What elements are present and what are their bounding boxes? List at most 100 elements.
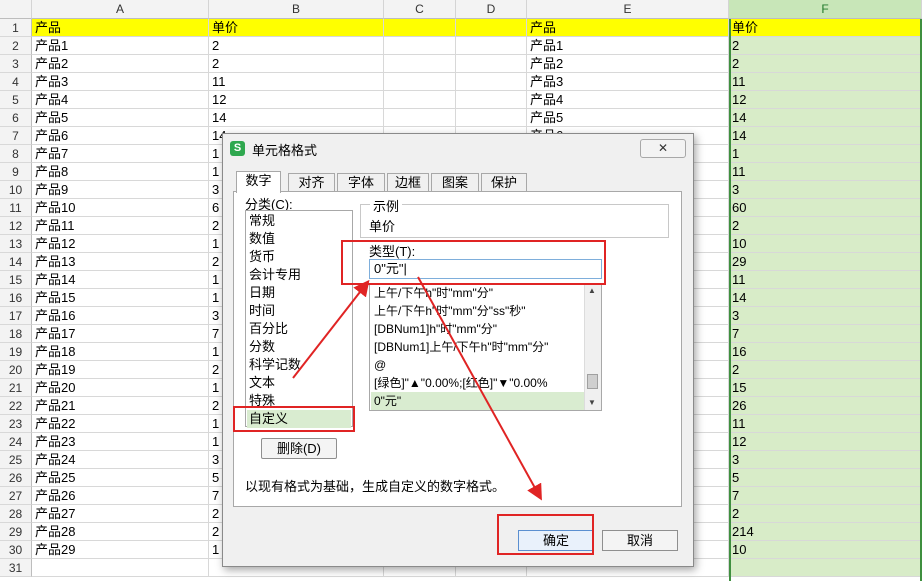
cell-c[interactable] bbox=[384, 91, 456, 109]
scroll-down-icon[interactable]: ▼ bbox=[588, 398, 596, 407]
cell-e[interactable]: 产品5 bbox=[527, 109, 729, 127]
cell-c[interactable] bbox=[384, 19, 456, 37]
cell-a[interactable]: 产品9 bbox=[32, 181, 209, 199]
row-header[interactable]: 1 bbox=[0, 19, 32, 37]
cell-a[interactable]: 产品8 bbox=[32, 163, 209, 181]
cell-f[interactable] bbox=[729, 559, 922, 577]
cell-a[interactable]: 产品2 bbox=[32, 55, 209, 73]
category-item[interactable]: 时间 bbox=[249, 302, 349, 320]
cell-a[interactable]: 产品10 bbox=[32, 199, 209, 217]
cell-a[interactable]: 产品6 bbox=[32, 127, 209, 145]
cell-f[interactable]: 12 bbox=[729, 91, 922, 109]
cell-a[interactable]: 产品7 bbox=[32, 145, 209, 163]
cell-f[interactable]: 7 bbox=[729, 487, 922, 505]
cell-a[interactable]: 产品25 bbox=[32, 469, 209, 487]
ok-button[interactable]: 确定 bbox=[518, 530, 594, 551]
cell-f[interactable]: 11 bbox=[729, 415, 922, 433]
cell-f[interactable]: 2 bbox=[729, 217, 922, 235]
category-item[interactable]: 百分比 bbox=[249, 320, 349, 338]
cell-a[interactable]: 产品16 bbox=[32, 307, 209, 325]
delete-button[interactable]: 删除(D) bbox=[261, 438, 337, 459]
cell-b[interactable]: 2 bbox=[209, 37, 384, 55]
cell-a[interactable]: 产品28 bbox=[32, 523, 209, 541]
row-header[interactable]: 25 bbox=[0, 451, 32, 469]
cell-f[interactable]: 29 bbox=[729, 253, 922, 271]
cell-e[interactable]: 产品3 bbox=[527, 73, 729, 91]
cell-e[interactable]: 产品2 bbox=[527, 55, 729, 73]
column-header[interactable]: C bbox=[384, 0, 456, 19]
cell-f[interactable]: 3 bbox=[729, 181, 922, 199]
row-header[interactable]: 5 bbox=[0, 91, 32, 109]
format-list-scrollbar[interactable]: ▲ ▼ bbox=[584, 284, 601, 410]
cell-e[interactable]: 产品1 bbox=[527, 37, 729, 55]
row-header[interactable]: 29 bbox=[0, 523, 32, 541]
row-header[interactable]: 3 bbox=[0, 55, 32, 73]
row-header[interactable]: 8 bbox=[0, 145, 32, 163]
format-code-item[interactable]: [绿色]"▲"0.00%;[红色]"▼"0.00% bbox=[374, 374, 548, 392]
cell-d[interactable] bbox=[456, 91, 527, 109]
cell-f[interactable]: 14 bbox=[729, 109, 922, 127]
cell-a[interactable]: 产品11 bbox=[32, 217, 209, 235]
row-header[interactable]: 26 bbox=[0, 469, 32, 487]
cell-a[interactable]: 产品20 bbox=[32, 379, 209, 397]
cell-d[interactable] bbox=[456, 55, 527, 73]
cell-c[interactable] bbox=[384, 109, 456, 127]
row-header[interactable]: 20 bbox=[0, 361, 32, 379]
cell-a[interactable]: 产品13 bbox=[32, 253, 209, 271]
cell-d[interactable] bbox=[456, 109, 527, 127]
category-item[interactable]: 数值 bbox=[249, 230, 349, 248]
row-header[interactable]: 6 bbox=[0, 109, 32, 127]
cell-b[interactable]: 12 bbox=[209, 91, 384, 109]
row-header[interactable]: 16 bbox=[0, 289, 32, 307]
cell-f[interactable]: 15 bbox=[729, 379, 922, 397]
cell-a[interactable]: 产品1 bbox=[32, 37, 209, 55]
cell-f[interactable]: 10 bbox=[729, 541, 922, 559]
category-list[interactable]: 常规 数值 货币 会计专用 日期 时间 百分比 分数 科学记数 文本 特殊 自定义 bbox=[245, 210, 353, 428]
cell-f[interactable]: 11 bbox=[729, 163, 922, 181]
cell-a[interactable]: 产品14 bbox=[32, 271, 209, 289]
cell-a[interactable]: 产品22 bbox=[32, 415, 209, 433]
row-header[interactable]: 11 bbox=[0, 199, 32, 217]
cell-f[interactable]: 7 bbox=[729, 325, 922, 343]
row-header[interactable]: 18 bbox=[0, 325, 32, 343]
cell-e[interactable]: 产品 bbox=[527, 19, 729, 37]
cell-f[interactable]: 14 bbox=[729, 289, 922, 307]
cell-c[interactable] bbox=[384, 37, 456, 55]
cell-f[interactable]: 14 bbox=[729, 127, 922, 145]
cell-f[interactable]: 214 bbox=[729, 523, 922, 541]
cell-f[interactable]: 单价 bbox=[729, 19, 922, 37]
cancel-button[interactable]: 取消 bbox=[602, 530, 678, 551]
cell-a[interactable]: 产品 bbox=[32, 19, 209, 37]
cell-c[interactable] bbox=[384, 73, 456, 91]
row-header[interactable]: 21 bbox=[0, 379, 32, 397]
cell-f[interactable]: 2 bbox=[729, 505, 922, 523]
row-header[interactable]: 2 bbox=[0, 37, 32, 55]
cell-d[interactable] bbox=[456, 73, 527, 91]
cell-f[interactable]: 10 bbox=[729, 235, 922, 253]
row-header[interactable]: 31 bbox=[0, 559, 32, 577]
cell-a[interactable]: 产品15 bbox=[32, 289, 209, 307]
cell-f[interactable]: 12 bbox=[729, 433, 922, 451]
row-header[interactable]: 17 bbox=[0, 307, 32, 325]
tab-4[interactable]: 图案 bbox=[431, 173, 479, 191]
cell-e[interactable]: 产品4 bbox=[527, 91, 729, 109]
category-item[interactable]: 科学记数 bbox=[249, 356, 349, 374]
dialog-titlebar[interactable]: S 单元格格式 ✕ bbox=[223, 134, 693, 162]
cell-a[interactable]: 产品18 bbox=[32, 343, 209, 361]
row-header[interactable]: 28 bbox=[0, 505, 32, 523]
close-button[interactable]: ✕ bbox=[640, 139, 686, 158]
format-code-item[interactable]: 0"元" bbox=[371, 392, 584, 410]
row-header[interactable]: 15 bbox=[0, 271, 32, 289]
cell-a[interactable] bbox=[32, 559, 209, 577]
category-item[interactable]: 会计专用 bbox=[249, 266, 349, 284]
cell-f[interactable]: 1 bbox=[729, 145, 922, 163]
row-header[interactable]: 27 bbox=[0, 487, 32, 505]
cell-a[interactable]: 产品12 bbox=[32, 235, 209, 253]
cell-c[interactable] bbox=[384, 55, 456, 73]
cell-a[interactable]: 产品24 bbox=[32, 451, 209, 469]
category-item[interactable]: 文本 bbox=[249, 374, 349, 392]
cell-f[interactable]: 11 bbox=[729, 271, 922, 289]
format-code-item[interactable]: [DBNum1]h"时"mm"分" bbox=[374, 320, 497, 338]
tab-0[interactable]: 数字 bbox=[236, 171, 281, 193]
cell-a[interactable]: 产品27 bbox=[32, 505, 209, 523]
